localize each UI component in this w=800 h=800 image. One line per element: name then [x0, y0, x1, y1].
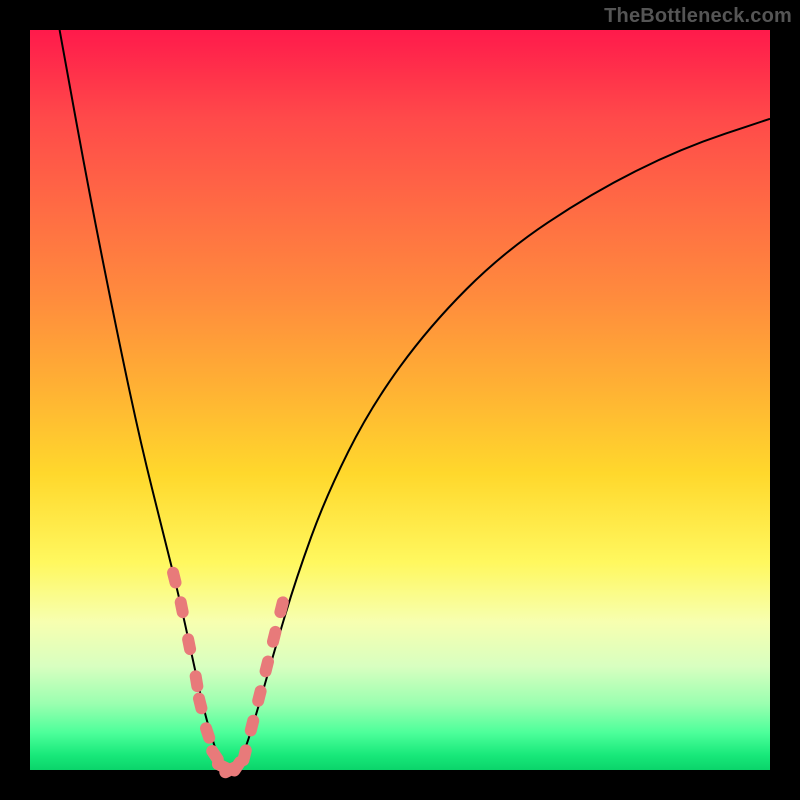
data-marker: [174, 595, 190, 619]
left-curve: [60, 30, 223, 770]
data-marker: [189, 669, 204, 693]
data-marker: [258, 654, 275, 678]
data-marker: [166, 565, 183, 589]
data-marker: [273, 595, 290, 619]
marker-group: [166, 565, 290, 780]
plot-area: [30, 30, 770, 770]
chart-frame: TheBottleneck.com: [0, 0, 800, 800]
chart-svg: [30, 30, 770, 770]
data-marker: [244, 713, 261, 737]
data-marker: [236, 743, 253, 767]
data-marker: [181, 632, 197, 656]
data-marker: [266, 625, 283, 649]
data-marker: [251, 684, 268, 708]
data-marker: [192, 691, 209, 715]
watermark-text: TheBottleneck.com: [604, 5, 792, 28]
right-curve: [237, 119, 770, 770]
